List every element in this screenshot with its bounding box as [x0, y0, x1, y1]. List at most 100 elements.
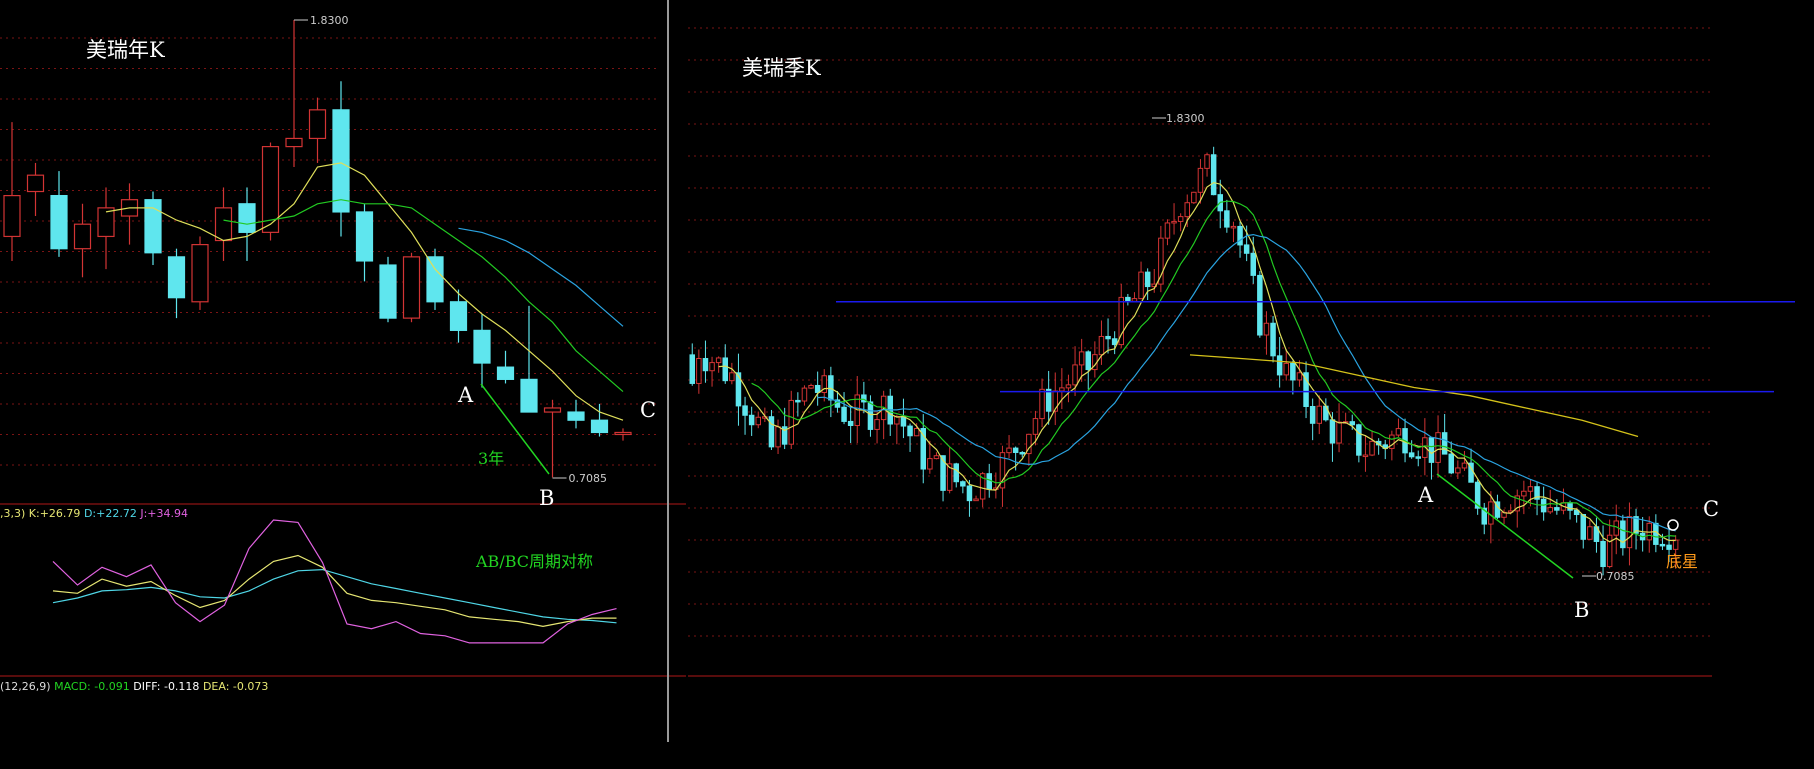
annual-candle-body: [3, 195, 21, 238]
quarterly-candle-body: [748, 414, 755, 426]
annual-candle-body: [238, 203, 256, 233]
quarterly-candle-body: [1012, 447, 1019, 453]
quarterly-point-c: C: [1703, 497, 1720, 521]
annual-candle-body: [379, 264, 397, 319]
quarterly-candle-body: [933, 455, 940, 460]
quarterly-candle-body: [788, 399, 794, 445]
annual-candle-body: [50, 195, 68, 250]
quarterly-candle-body: [1263, 322, 1270, 336]
quarterly-candle-body: [729, 372, 735, 382]
diff-label: DIFF:: [133, 680, 161, 693]
quarterly-candle-body: [702, 358, 709, 372]
quarterly-candle-body: [808, 384, 814, 389]
annual-candle-body: [496, 366, 515, 380]
quarterly-high-label: 1.8300: [1166, 112, 1205, 125]
quarterly-candle-body: [1362, 454, 1369, 458]
quarterly-candle-body: [1415, 456, 1421, 459]
quarterly-candle-body: [1521, 490, 1527, 497]
annual-candle-body: [73, 223, 92, 250]
quarterly-candle-body: [1600, 540, 1606, 568]
quarterly-candle-body: [1177, 216, 1184, 222]
quarterly-candle-body: [1554, 507, 1560, 511]
annual-candle-body: [214, 207, 233, 242]
chart-stage: 1.8300 0.7085 1.8300 0.7085 美瑞年K A B C 3年 A…: [0, 0, 1814, 765]
quarterly-candle-body: [1336, 421, 1342, 444]
quarterly-candle-body: [1184, 202, 1190, 218]
annual-point-a: A: [458, 383, 474, 407]
quarterly-candle-body: [709, 362, 715, 372]
quarterly-candle-body: [1395, 428, 1402, 436]
quarterly-candle-body: [1369, 440, 1375, 456]
dea-value: -0.073: [232, 680, 269, 693]
quarterly-candle-body: [1237, 225, 1243, 246]
quarterly-candle-body: [1111, 338, 1118, 346]
quarterly-candle-body: [966, 485, 973, 502]
quarterly-candle-body: [1105, 335, 1111, 340]
annual-candle-body: [355, 211, 374, 262]
quarterly-candle-body: [1587, 526, 1593, 540]
quarterly-title: 美瑞季K: [742, 56, 821, 80]
quarterly-candle-body: [1461, 462, 1468, 469]
quarterly-candle-body: [1408, 452, 1415, 458]
annual-candle-body: [402, 256, 421, 319]
macd-label: MACD:: [54, 680, 91, 693]
quarterly-candle-body: [1138, 271, 1144, 300]
annual-candle-body: [614, 431, 632, 436]
annual-candle-body: [426, 256, 444, 303]
quarterly-candle-body: [1276, 355, 1283, 376]
quarterly-candle-body: [755, 416, 761, 426]
kdj-k-label: K:: [28, 507, 40, 520]
quarterly-candle-body: [1653, 522, 1659, 545]
annual-high-label: 1.8300: [310, 14, 349, 27]
kdj-j-value: +34.94: [147, 507, 189, 520]
quarterly-candle-body: [1243, 244, 1250, 254]
quarterly-candle-body: [1435, 432, 1441, 463]
quarterly-candle-body: [1270, 322, 1276, 357]
annual-title: 美瑞年K: [86, 38, 165, 62]
kdj-d-label: D:: [83, 507, 97, 520]
quarterly-candle-body: [841, 406, 847, 422]
annual-candle-body: [520, 378, 538, 413]
macd-value: -0.091: [94, 680, 130, 693]
annual-candle-body: [590, 419, 609, 434]
quarterly-candle-body: [1547, 507, 1553, 513]
quarterly-candle-body: [1620, 520, 1626, 549]
quarterly-candle-body: [1455, 467, 1461, 474]
quarterly-candle-body: [795, 399, 801, 403]
quarterly-candle-body: [1329, 419, 1336, 444]
quarterly-candle-body: [913, 428, 920, 437]
quarterly-candle-body: [1072, 364, 1078, 386]
quarterly-candle-body: [900, 415, 907, 427]
quarterly-ab-line: [1436, 473, 1574, 579]
annual-duration-note: 3年: [478, 449, 505, 468]
quarterly-candle-body: [1078, 351, 1085, 366]
quarterly-candle-body: [722, 357, 728, 382]
quarterly-candle-body: [986, 473, 992, 490]
quarterly-candle-body: [1316, 405, 1322, 424]
quarterly-candle-body: [1164, 222, 1171, 239]
quarterly-candle-body: [1250, 252, 1256, 276]
quarterly-candle-body: [1019, 451, 1025, 455]
quarterly-candle-body: [1441, 432, 1448, 455]
quarterly-candle-body: [1349, 421, 1355, 426]
quarterly-candle-body: [689, 354, 695, 384]
kdj-readout: ,3,3) K:+26.79 D:+22.72 J:+34.94: [0, 507, 188, 520]
quarterly-candle-body: [927, 458, 933, 470]
quarterly-candle-body: [960, 481, 966, 487]
annual-candle-body: [308, 109, 327, 140]
quarterly-candle-body: [1580, 514, 1586, 540]
annual-candle-body: [449, 301, 468, 331]
quarterly-candle-body: [775, 426, 781, 448]
quarterly-candle-body: [1527, 486, 1534, 492]
quarterly-candle-body: [874, 419, 880, 430]
quarterly-candle-body: [1158, 237, 1164, 285]
annual-low-label: 0.7085: [569, 472, 608, 485]
quarterly-candle-body: [847, 420, 854, 426]
quarterly-candle-body: [1659, 543, 1666, 547]
quarterly-point-a: A: [1418, 483, 1434, 507]
quarterly-low-label: 0.7085: [1596, 570, 1635, 583]
quarterly-candle-body: [814, 384, 821, 393]
quarterly-candle-body: [973, 498, 979, 502]
annual-candle-body: [285, 137, 303, 148]
quarterly-candle-body: [1098, 335, 1105, 356]
